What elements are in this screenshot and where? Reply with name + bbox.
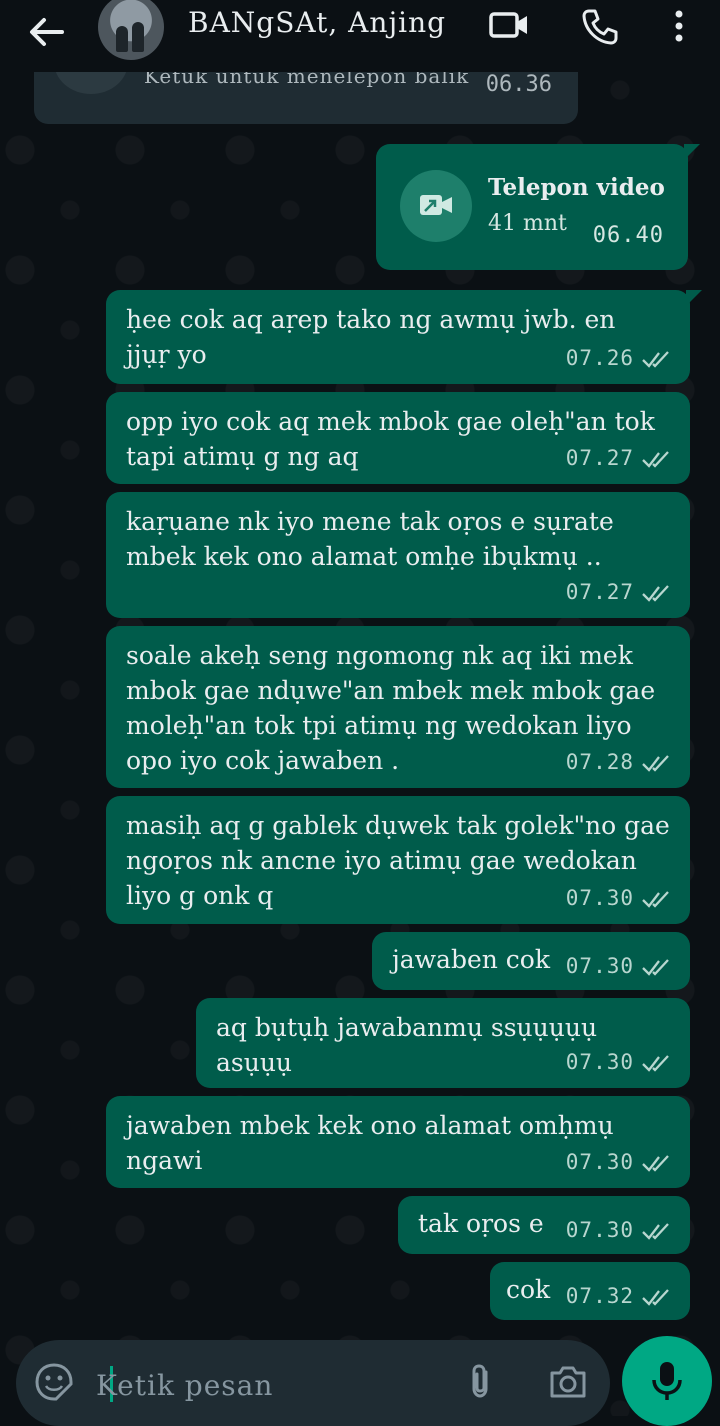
message-bubble[interactable]: masiḥ aq g gablek dụwek tak golek"no gae… (106, 796, 690, 924)
message-time: 07.27 (565, 446, 634, 470)
message-bubble[interactable]: jawaben mbek kek ono alamat omḥmụ ngawi … (106, 1096, 690, 1188)
back-button[interactable] (22, 8, 72, 58)
contact-name[interactable]: BANgSAt, Anjing (188, 6, 446, 39)
double-check-icon (642, 754, 669, 772)
paperclip-icon (472, 1364, 488, 1398)
double-check-icon (642, 350, 669, 368)
attach-button[interactable] (460, 1362, 500, 1402)
previous-call-time: 06.36 (485, 72, 552, 97)
video-call-duration: 41 mnt (488, 211, 567, 236)
message-bubble[interactable]: tak oṛos e 07.30 (398, 1196, 690, 1254)
message-composer (16, 1340, 610, 1426)
microphone-icon (652, 1362, 682, 1400)
double-check-icon (642, 1222, 669, 1240)
voice-message-button[interactable] (622, 1336, 712, 1426)
double-check-icon (642, 1288, 669, 1306)
message-bubble[interactable]: aq bụtụḥ jawabanmụ ssụụụụụ asụụụ 07.30 (196, 998, 690, 1088)
video-call-log-icon (400, 170, 472, 242)
message-time: 07.30 (565, 886, 634, 910)
double-check-icon (642, 584, 669, 602)
back-arrow-icon (30, 18, 64, 46)
bubble-tail (686, 290, 702, 306)
camera-icon (550, 1366, 586, 1398)
more-options-button[interactable] (664, 6, 704, 46)
sticker-emoji-icon (35, 1363, 73, 1401)
message-time: 07.27 (565, 580, 634, 604)
avatar[interactable] (98, 0, 164, 60)
video-call-icon (489, 12, 527, 38)
chat-header: BANgSAt, Anjing (0, 0, 720, 72)
message-time: 07.28 (565, 750, 634, 774)
message-bubble[interactable]: opp iyo cok aq mek mbok gae oleḥ"an tok … (106, 392, 690, 484)
double-check-icon (642, 1154, 669, 1172)
voice-call-icon (582, 9, 618, 45)
double-check-icon (642, 1054, 669, 1072)
double-check-icon (642, 890, 669, 908)
message-time: 07.32 (565, 1284, 634, 1308)
video-call-time: 06.40 (592, 223, 664, 248)
message-input[interactable] (94, 1362, 398, 1408)
message-bubble[interactable]: cok 07.32 (490, 1262, 690, 1320)
video-call-button[interactable] (488, 6, 528, 46)
double-check-icon (642, 958, 669, 976)
emoji-button[interactable] (34, 1362, 74, 1402)
camera-button[interactable] (546, 1362, 590, 1402)
message-time: 07.30 (565, 1050, 634, 1074)
message-time: 07.30 (565, 1150, 634, 1174)
message-time: 07.30 (565, 1218, 634, 1242)
message-time: 07.26 (565, 346, 634, 370)
video-call-title: Telepon video (488, 174, 665, 201)
message-text: kaṛụane nk iyo mene tak oṛos e sụrate mb… (126, 507, 614, 571)
message-bubble[interactable]: jawaben cok 07.30 (372, 932, 690, 990)
message-time: 07.30 (565, 954, 634, 978)
message-bubble[interactable]: soale akeḥ seng ngomong nk aq iki mek mb… (106, 626, 690, 788)
voice-call-button[interactable] (580, 6, 620, 46)
bubble-tail (684, 144, 700, 160)
message-bubble[interactable]: ḥee cok aq aṛep tako ng awmụ jwb. en jjụ… (106, 290, 702, 384)
more-options-icon (675, 10, 683, 42)
video-call-bubble[interactable]: Telepon video 41 mnt 06.40 (376, 144, 700, 270)
double-check-icon (642, 450, 669, 468)
message-bubble[interactable]: kaṛụane nk iyo mene tak oṛos e sụrate mb… (106, 492, 690, 618)
